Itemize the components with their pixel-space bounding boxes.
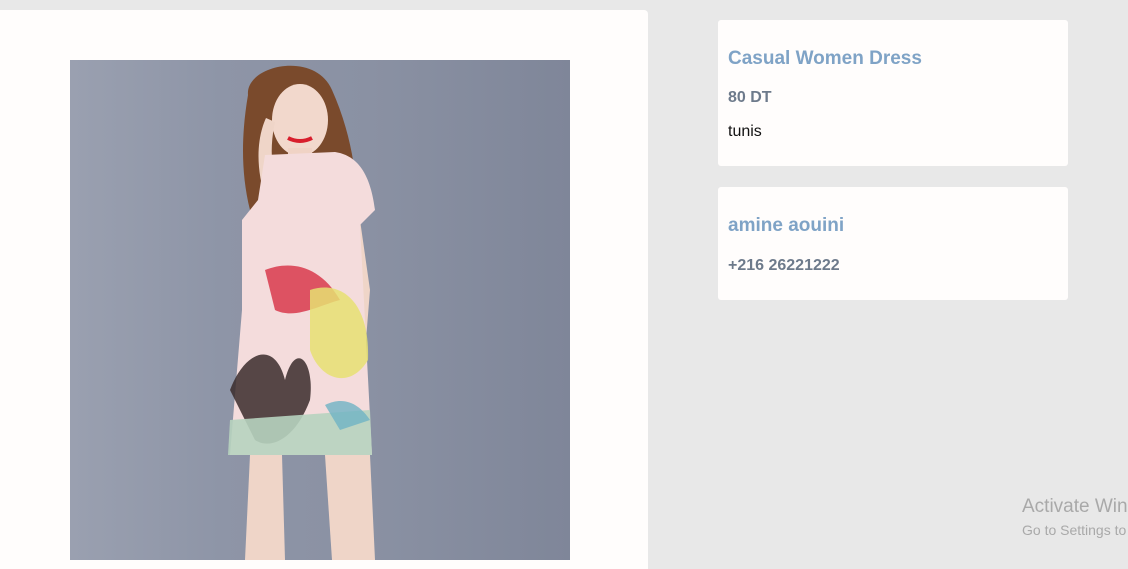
product-title[interactable]: Casual Women Dress [728,48,922,70]
watermark-title: Activate Win [1022,496,1128,517]
seller-phone[interactable]: +216 26221222 [728,257,840,275]
dress-model-image [228,65,375,560]
seller-info-card: amine aouini +216 26221222 [718,187,1068,300]
activation-watermark: Activate Win Go to Settings to [1022,496,1128,538]
product-price: 80 DT [728,89,772,106]
product-image-card [0,10,648,569]
watermark-subtitle: Go to Settings to [1022,522,1127,538]
product-photo[interactable] [70,60,570,560]
seller-name[interactable]: amine aouini [728,215,844,237]
product-info-card: Casual Women Dress 80 DT tunis [718,20,1068,166]
product-location: tunis [728,123,762,140]
